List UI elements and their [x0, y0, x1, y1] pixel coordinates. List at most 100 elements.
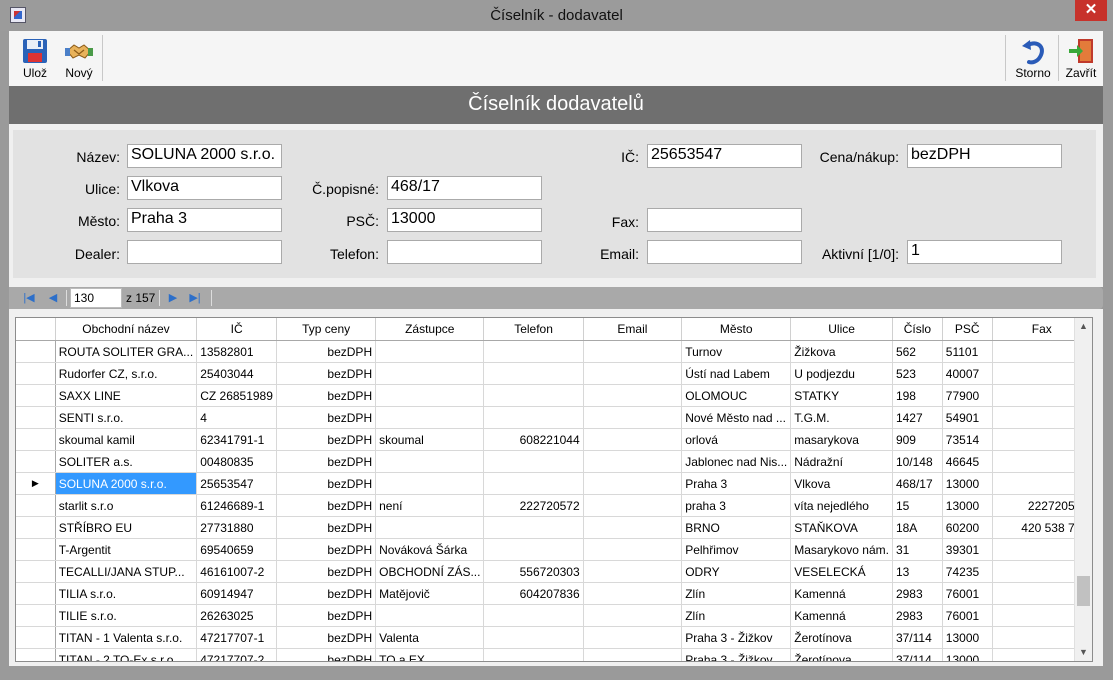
table-cell[interactable] [583, 648, 683, 661]
telefon-field[interactable] [387, 240, 542, 264]
table-cell[interactable]: masarykova [790, 428, 893, 451]
table-cell[interactable]: bezDPH [276, 626, 377, 649]
table-cell[interactable] [583, 560, 683, 583]
table-cell[interactable]: BRNO [681, 516, 792, 539]
table-cell[interactable]: starlit s.r.o [55, 494, 198, 517]
table-cell[interactable]: bezDPH [276, 648, 377, 661]
first-record-icon[interactable]: |◀ [23, 292, 35, 304]
table-cell[interactable]: víta nejedlého [790, 494, 893, 517]
supplier-grid[interactable]: Obchodní název IČ Typ ceny Zástupce Tele… [15, 317, 1093, 662]
column-header[interactable]: Ulice [790, 318, 893, 341]
table-cell[interactable]: 54901 [942, 406, 993, 429]
table-cell[interactable] [583, 362, 683, 385]
scroll-down-icon[interactable]: ▼ [1075, 644, 1092, 661]
table-cell[interactable] [483, 406, 584, 429]
table-cell[interactable]: TECALLI/JANA STUP... [55, 560, 198, 583]
table-cell[interactable]: 13000 [942, 494, 993, 517]
table-cell[interactable] [583, 604, 683, 627]
table-cell[interactable]: 69540659 [196, 538, 278, 561]
table-cell[interactable]: SAXX LINE [55, 384, 198, 407]
table-cell[interactable]: 604207836 [483, 582, 584, 605]
table-cell[interactable]: 222720572 [483, 494, 584, 517]
table-cell[interactable]: 00480835 [196, 450, 278, 473]
table-cell[interactable]: bezDPH [276, 428, 377, 451]
table-cell[interactable]: 608221044 [483, 428, 584, 451]
table-cell[interactable]: 13000 [942, 472, 993, 495]
row-header[interactable] [16, 648, 56, 661]
table-cell[interactable]: OBCHODNÍ ZÁS... [375, 560, 485, 583]
table-cell[interactable]: 62341791-1 [196, 428, 278, 451]
table-cell[interactable]: 37/114 [892, 648, 943, 661]
table-cell[interactable]: 562 [892, 340, 943, 363]
table-cell[interactable]: T.G.M. [790, 406, 893, 429]
table-cell[interactable] [483, 604, 584, 627]
table-cell[interactable]: bezDPH [276, 472, 377, 495]
table-cell[interactable]: 25653547 [196, 472, 278, 495]
table-cell[interactable] [583, 538, 683, 561]
last-record-icon[interactable]: ▶| [189, 292, 201, 304]
table-cell[interactable]: 18A [892, 516, 943, 539]
fax-field[interactable] [647, 208, 802, 232]
row-header[interactable] [16, 516, 56, 539]
vertical-scrollbar[interactable]: ▲ ▼ [1074, 318, 1092, 661]
column-header[interactable]: Typ ceny [276, 318, 377, 341]
table-cell[interactable]: Kamenná [790, 604, 893, 627]
previous-record-icon[interactable]: ◀ [47, 292, 59, 304]
table-cell[interactable]: 60914947 [196, 582, 278, 605]
table-cell[interactable]: SENTI s.r.o. [55, 406, 198, 429]
table-cell[interactable]: praha 3 [681, 494, 792, 517]
table-cell[interactable]: Žerotínova [790, 648, 893, 661]
table-row[interactable]: TITAN - 1 Valenta s.r.o. 47217707-1 bezDPH… [16, 626, 1092, 649]
column-header[interactable]: Telefon [483, 318, 584, 341]
table-cell[interactable]: Praha 3 - Žižkov [681, 648, 792, 661]
close-button[interactable]: Zavřít [1061, 33, 1101, 83]
table-cell[interactable]: 909 [892, 428, 943, 451]
next-record-icon[interactable]: ▶ [167, 292, 179, 304]
table-cell[interactable]: 198 [892, 384, 943, 407]
table-cell[interactable]: Zlín [681, 604, 792, 627]
table-cell[interactable] [375, 362, 485, 385]
table-cell[interactable]: bezDPH [276, 406, 377, 429]
psc-field[interactable]: 13000 [387, 208, 542, 232]
row-header[interactable] [16, 582, 56, 605]
table-cell[interactable]: CZ 26851989 [196, 384, 278, 407]
table-cell[interactable]: 4 [196, 406, 278, 429]
table-cell[interactable]: 76001 [942, 604, 993, 627]
table-row[interactable]: SOLITER a.s. 00480835 bezDPH Jablonec nad N… [16, 450, 1092, 473]
column-header[interactable]: Obchodní název [55, 318, 198, 341]
table-cell[interactable]: Praha 3 [681, 472, 792, 495]
table-cell[interactable]: TITAN - 1 Valenta s.r.o. [55, 626, 198, 649]
aktivni-field[interactable]: 1 [907, 240, 1062, 264]
table-cell[interactable] [583, 494, 683, 517]
table-cell[interactable] [583, 450, 683, 473]
table-cell[interactable]: Kamenná [790, 582, 893, 605]
table-cell[interactable]: skoumal kamil [55, 428, 198, 451]
table-cell[interactable] [583, 428, 683, 451]
popisne-field[interactable]: 468/17 [387, 176, 542, 200]
table-cell[interactable]: 1427 [892, 406, 943, 429]
table-cell[interactable] [375, 604, 485, 627]
table-cell[interactable]: STATKY [790, 384, 893, 407]
table-cell[interactable] [583, 472, 683, 495]
table-cell[interactable]: 39301 [942, 538, 993, 561]
table-cell[interactable] [375, 472, 485, 495]
table-cell[interactable]: STAŇKOVA [790, 516, 893, 539]
table-cell[interactable]: TILIE s.r.o. [55, 604, 198, 627]
column-header[interactable]: Email [583, 318, 683, 341]
table-cell[interactable] [483, 648, 584, 661]
table-cell[interactable]: 2983 [892, 582, 943, 605]
table-row[interactable]: ▶ SOLUNA 2000 s.r.o. 25653547 bezDPH Praha 3… [16, 472, 1092, 495]
table-cell[interactable] [583, 384, 683, 407]
row-header[interactable] [16, 626, 56, 649]
table-cell[interactable]: Praha 3 - Žižkov [681, 626, 792, 649]
table-cell[interactable]: ROUTA SOLITER GRA... [55, 340, 198, 363]
table-cell[interactable]: Žižkova [790, 340, 893, 363]
table-cell[interactable]: OLOMOUC [681, 384, 792, 407]
table-row[interactable]: skoumal kamil 62341791-1 bezDPH skoumal 6082… [16, 428, 1092, 451]
table-cell[interactable]: VESELECKÁ [790, 560, 893, 583]
table-cell[interactable]: TITAN - 2 TO-Ex s.r.o. [55, 648, 198, 661]
table-cell[interactable] [375, 516, 485, 539]
table-cell[interactable]: Zlín [681, 582, 792, 605]
table-cell[interactable]: 73514 [942, 428, 993, 451]
table-cell[interactable]: 40007 [942, 362, 993, 385]
